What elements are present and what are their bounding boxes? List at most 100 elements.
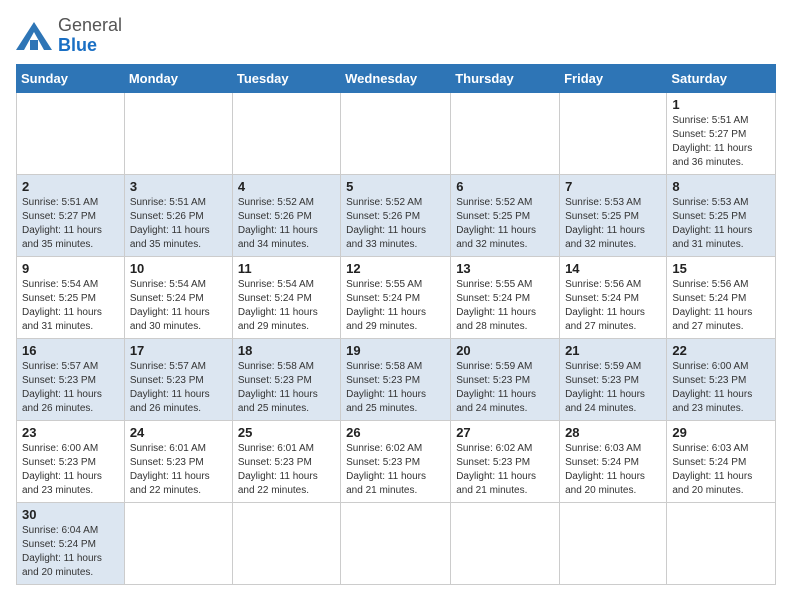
day-info: Sunrise: 6:03 AMSunset: 5:24 PMDaylight:… [672, 442, 770, 498]
day-number: 19 [346, 343, 445, 358]
weekday-header-wednesday: Wednesday [341, 65, 451, 93]
calendar-cell [667, 503, 776, 585]
calendar-cell: 9 Sunrise: 5:54 AMSunset: 5:25 PMDaylight… [17, 257, 125, 339]
calendar-cell: 10Sunrise: 5:54 AMSunset: 5:24 PMDayligh… [124, 257, 232, 339]
day-info: Sunrise: 5:52 AMSunset: 5:26 PMDaylight:… [238, 196, 335, 252]
day-info: Sunrise: 5:51 AMSunset: 5:27 PMDaylight:… [672, 114, 770, 170]
calendar-cell: 20 Sunrise: 5:59 AMSunset: 5:23 PMDayligh… [451, 339, 560, 421]
calendar-cell [232, 93, 340, 175]
calendar-cell: 3 Sunrise: 5:51 AMSunset: 5:26 PMDaylight… [124, 175, 232, 257]
calendar-cell [341, 93, 451, 175]
calendar-cell: 19 Sunrise: 5:58 AMSunset: 5:23 PMDayligh… [341, 339, 451, 421]
calendar-cell: 23 Sunrise: 6:00 AMSunset: 5:23 PMDayligh… [17, 421, 125, 503]
calendar-cell [560, 93, 667, 175]
day-number: 9 [22, 261, 119, 276]
day-number: 15 [672, 261, 770, 276]
calendar-week-row: 9 Sunrise: 5:54 AMSunset: 5:25 PMDaylight… [17, 257, 776, 339]
day-number: 20 [456, 343, 554, 358]
day-number: 28 [565, 425, 661, 440]
day-info: Sunrise: 6:03 AMSunset: 5:24 PMDaylight:… [565, 442, 661, 498]
day-number: 5 [346, 179, 445, 194]
day-info: Sunrise: 5:59 AMSunset: 5:23 PMDaylight:… [456, 360, 554, 416]
calendar-cell: 12Sunrise: 5:55 AMSunset: 5:24 PMDayligh… [341, 257, 451, 339]
calendar-cell [124, 93, 232, 175]
logo: GeneralBlue [16, 16, 122, 56]
day-info: Sunrise: 5:56 AMSunset: 5:24 PMDaylight:… [565, 278, 661, 334]
day-info: Sunrise: 5:54 AMSunset: 5:25 PMDaylight:… [22, 278, 119, 334]
day-info: Sunrise: 5:57 AMSunset: 5:23 PMDaylight:… [130, 360, 227, 416]
calendar-cell: 11 Sunrise: 5:54 AMSunset: 5:24 PMDayligh… [232, 257, 340, 339]
day-info: Sunrise: 6:00 AMSunset: 5:23 PMDaylight:… [672, 360, 770, 416]
day-number: 29 [672, 425, 770, 440]
weekday-header-row: SundayMondayTuesdayWednesdayThursdayFrid… [17, 65, 776, 93]
day-number: 3 [130, 179, 227, 194]
logo-text: GeneralBlue [58, 16, 122, 56]
day-info: Sunrise: 5:54 AMSunset: 5:24 PMDaylight:… [238, 278, 335, 334]
calendar-cell [124, 503, 232, 585]
calendar-cell: 26 Sunrise: 6:02 AMSunset: 5:23 PMDayligh… [341, 421, 451, 503]
day-info: Sunrise: 6:04 AMSunset: 5:24 PMDaylight:… [22, 524, 119, 580]
day-number: 25 [238, 425, 335, 440]
day-number: 18 [238, 343, 335, 358]
day-number: 11 [238, 261, 335, 276]
calendar-cell: 16 Sunrise: 5:57 AMSunset: 5:23 PMDayligh… [17, 339, 125, 421]
calendar-table: SundayMondayTuesdayWednesdayThursdayFrid… [16, 64, 776, 585]
calendar-cell: 18 Sunrise: 5:58 AMSunset: 5:23 PMDayligh… [232, 339, 340, 421]
weekday-header-saturday: Saturday [667, 65, 776, 93]
calendar-cell [451, 503, 560, 585]
calendar-cell: 6 Sunrise: 5:52 AMSunset: 5:25 PMDaylight… [451, 175, 560, 257]
day-info: Sunrise: 5:52 AMSunset: 5:26 PMDaylight:… [346, 196, 445, 252]
day-number: 23 [22, 425, 119, 440]
day-number: 30 [22, 507, 119, 522]
calendar-cell [341, 503, 451, 585]
calendar-cell: 14 Sunrise: 5:56 AMSunset: 5:24 PMDayligh… [560, 257, 667, 339]
calendar-cell: 21Sunrise: 5:59 AMSunset: 5:23 PMDayligh… [560, 339, 667, 421]
day-number: 16 [22, 343, 119, 358]
day-info: Sunrise: 5:53 AMSunset: 5:25 PMDaylight:… [672, 196, 770, 252]
calendar-week-row: 30 Sunrise: 6:04 AMSunset: 5:24 PMDayligh… [17, 503, 776, 585]
calendar-cell: 13Sunrise: 5:55 AMSunset: 5:24 PMDayligh… [451, 257, 560, 339]
calendar-week-row: 2 Sunrise: 5:51 AMSunset: 5:27 PMDaylight… [17, 175, 776, 257]
calendar-cell [232, 503, 340, 585]
weekday-header-monday: Monday [124, 65, 232, 93]
calendar-cell: 4 Sunrise: 5:52 AMSunset: 5:26 PMDaylight… [232, 175, 340, 257]
weekday-header-tuesday: Tuesday [232, 65, 340, 93]
day-info: Sunrise: 5:56 AMSunset: 5:24 PMDaylight:… [672, 278, 770, 334]
day-info: Sunrise: 6:01 AMSunset: 5:23 PMDaylight:… [238, 442, 335, 498]
day-info: Sunrise: 5:58 AMSunset: 5:23 PMDaylight:… [238, 360, 335, 416]
weekday-header-thursday: Thursday [451, 65, 560, 93]
day-info: Sunrise: 5:54 AMSunset: 5:24 PMDaylight:… [130, 278, 227, 334]
day-number: 1 [672, 97, 770, 112]
calendar-cell: 2 Sunrise: 5:51 AMSunset: 5:27 PMDaylight… [17, 175, 125, 257]
day-info: Sunrise: 6:00 AMSunset: 5:23 PMDaylight:… [22, 442, 119, 498]
calendar-cell: 25 Sunrise: 6:01 AMSunset: 5:23 PMDayligh… [232, 421, 340, 503]
calendar-cell: 30 Sunrise: 6:04 AMSunset: 5:24 PMDayligh… [17, 503, 125, 585]
day-info: Sunrise: 5:59 AMSunset: 5:23 PMDaylight:… [565, 360, 661, 416]
day-info: Sunrise: 5:55 AMSunset: 5:24 PMDaylight:… [346, 278, 445, 334]
day-info: Sunrise: 5:51 AMSunset: 5:27 PMDaylight:… [22, 196, 119, 252]
day-number: 4 [238, 179, 335, 194]
day-info: Sunrise: 6:01 AMSunset: 5:23 PMDaylight:… [130, 442, 227, 498]
day-info: Sunrise: 5:58 AMSunset: 5:23 PMDaylight:… [346, 360, 445, 416]
day-info: Sunrise: 5:51 AMSunset: 5:26 PMDaylight:… [130, 196, 227, 252]
calendar-cell [17, 93, 125, 175]
calendar-cell: 17Sunrise: 5:57 AMSunset: 5:23 PMDayligh… [124, 339, 232, 421]
day-number: 27 [456, 425, 554, 440]
calendar-cell: 22Sunrise: 6:00 AMSunset: 5:23 PMDayligh… [667, 339, 776, 421]
calendar-cell: 28 Sunrise: 6:03 AMSunset: 5:24 PMDayligh… [560, 421, 667, 503]
day-info: Sunrise: 5:52 AMSunset: 5:25 PMDaylight:… [456, 196, 554, 252]
day-info: Sunrise: 5:57 AMSunset: 5:23 PMDaylight:… [22, 360, 119, 416]
calendar-cell [451, 93, 560, 175]
day-number: 2 [22, 179, 119, 194]
day-info: Sunrise: 5:53 AMSunset: 5:25 PMDaylight:… [565, 196, 661, 252]
calendar-cell: 24Sunrise: 6:01 AMSunset: 5:23 PMDayligh… [124, 421, 232, 503]
weekday-header-sunday: Sunday [17, 65, 125, 93]
day-number: 14 [565, 261, 661, 276]
day-info: Sunrise: 6:02 AMSunset: 5:23 PMDaylight:… [346, 442, 445, 498]
day-number: 6 [456, 179, 554, 194]
calendar-week-row: 1 Sunrise: 5:51 AMSunset: 5:27 PMDaylight… [17, 93, 776, 175]
day-info: Sunrise: 5:55 AMSunset: 5:24 PMDaylight:… [456, 278, 554, 334]
calendar-cell: 7Sunrise: 5:53 AMSunset: 5:25 PMDaylight… [560, 175, 667, 257]
calendar-cell: 29 Sunrise: 6:03 AMSunset: 5:24 PMDayligh… [667, 421, 776, 503]
day-number: 26 [346, 425, 445, 440]
